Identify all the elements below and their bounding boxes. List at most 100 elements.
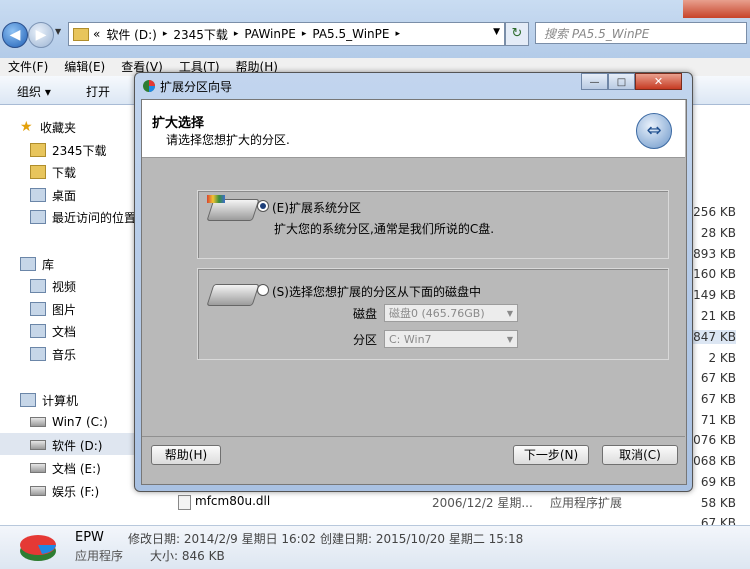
refresh-button[interactable]: ↻ [505,22,529,46]
select-partition-label[interactable]: (S)选择您想扩展的分区从下面的磁盘中 [272,283,481,300]
back-button[interactable]: ◀ [2,22,28,48]
address-prefix[interactable]: « [93,27,100,41]
file-size: 21 KB [700,309,736,323]
file-size-column: 256 KB 28 KB 893 KB 160 KB 149 KB 21 KB … [690,105,750,530]
status-modified: 修改日期: 2014/2/9 星期日 16:02 [128,532,316,546]
file-size: 28 KB [700,226,736,240]
address-dropdown-icon[interactable]: ▼ [493,27,500,37]
sidebar-drive-f[interactable]: 娱乐 (F:) [30,481,99,501]
address-bar[interactable]: « 软件 (D:) ▸ 2345下载 ▸ PAWinPE ▸ PA5.5_WinPE ▸… [68,22,505,46]
file-size: 149 KB [693,288,736,302]
file-name[interactable]: mfcm80u.dll [195,494,270,508]
sidebar-label: 库 [42,257,55,272]
epw-app-icon [20,535,56,561]
chevron-down-icon: ▼ [506,309,513,318]
open-button[interactable]: 打开 [86,83,110,100]
sidebar-drive-c[interactable]: Win7 (C:) [30,412,108,432]
sidebar-item-documents[interactable]: 文档 [30,321,76,341]
maximize-button[interactable]: □ [608,73,635,90]
breadcrumb-pa55[interactable]: PA5.5_WinPE [312,27,389,41]
chevron-down-icon: ▼ [506,335,513,344]
folder-icon [73,27,89,41]
breadcrumb-pawinpe[interactable]: PAWinPE [244,27,295,41]
dll-file-icon [178,495,191,510]
search-input[interactable]: 搜索 PA5.5_WinPE [535,22,747,44]
sidebar-item-desktop[interactable]: 桌面 [30,185,76,205]
sidebar-label: 视频 [52,279,77,294]
file-size: 068 KB [693,454,736,468]
select-partition-radio[interactable] [257,284,269,296]
dialog-close-button[interactable]: ✕ [635,73,682,90]
desktop-icon [30,188,46,202]
forward-button[interactable]: ▶ [28,22,54,48]
disk-label: 磁盘 [353,307,378,321]
sidebar-item-downloads[interactable]: 下载 [30,162,76,182]
status-size: 大小: 846 KB [150,549,225,563]
sidebar-label: 娱乐 (F:) [52,484,100,499]
breadcrumb-2345[interactable]: 2345下载 [173,26,228,43]
file-size: 160 KB [693,267,736,281]
minimize-button[interactable]: — [581,73,608,90]
partition-select-value: C: Win7 [389,333,432,346]
drive-icon [30,440,46,450]
music-icon [30,347,46,361]
help-button[interactable]: 帮助(H) [151,445,221,465]
sidebar-item-2345[interactable]: 2345下载 [30,140,107,160]
organize-button[interactable]: 组织 ▾ [17,83,51,100]
sidebar-label: 2345下载 [52,143,107,158]
sidebar-label: 文档 (E:) [52,461,101,476]
extend-arrows-icon: ⇔ [636,113,672,149]
sidebar-drive-d[interactable]: 软件 (D:) [30,435,102,455]
disk-icon [206,284,260,306]
file-size: 076 KB [693,433,736,447]
menu-edit[interactable]: 编辑(E) [64,58,105,76]
breadcrumb-drive[interactable]: 软件 (D:) [106,26,156,43]
sidebar-item-pictures[interactable]: 图片 [30,299,76,319]
sidebar-favorites[interactable]: ★ 收藏夹 [20,117,76,137]
file-size: 893 KB [693,247,736,261]
status-created: 创建日期: 2015/10/20 星期二 15:18 [320,532,524,546]
file-size: 58 KB [700,496,736,510]
computer-icon [20,393,36,407]
menu-file[interactable]: 文件(F) [8,58,48,76]
sidebar-libraries[interactable]: 库 [20,254,54,274]
drive-icon [30,417,46,427]
extend-system-label[interactable]: (E)扩展系统分区 [272,199,361,216]
file-size: 67 KB [700,371,736,385]
windows-logo-icon [207,195,225,203]
file-size: 2 KB [708,351,736,365]
sidebar-label: 计算机 [42,393,79,408]
status-file-kind: 应用程序 [75,549,124,563]
sidebar-item-videos[interactable]: 视频 [30,276,76,296]
sidebar-label: 软件 (D:) [52,438,103,453]
recent-pages-dropdown[interactable]: ▼ [55,27,65,41]
sidebar-label: 图片 [52,302,77,317]
extend-system-radio[interactable] [257,200,269,212]
star-icon: ★ [20,119,33,135]
sidebar-drive-e[interactable]: 文档 (E:) [30,458,101,478]
next-button[interactable]: 下一步(N) [513,445,589,465]
file-size: 67 KB [700,392,736,406]
explorer-close-button[interactable] [683,0,750,18]
file-type: 应用程序扩展 [550,496,623,510]
disk-select[interactable]: 磁盘0 (465.76GB) ▼ [384,304,518,322]
sidebar-item-recent[interactable]: 最近访问的位置 [30,207,136,227]
sidebar-label: 文档 [52,324,77,339]
disk-select-value: 磁盘0 (465.76GB) [389,307,485,320]
sidebar-favorites-label: 收藏夹 [40,120,77,135]
file-size: 256 KB [693,205,736,219]
cancel-button[interactable]: 取消(C) [602,445,678,465]
dialog-header-title: 扩大选择 [152,116,205,131]
sidebar-computer[interactable]: 计算机 [20,390,78,410]
file-date: 2006/12/2 星期... [432,496,533,510]
extend-system-description: 扩大您的系统分区,通常是我们所说的C盘. [274,222,495,236]
details-pane: EPW 应用程序 修改日期: 2014/2/9 星期日 16:02 创建日期: … [0,525,750,569]
picture-icon [30,302,46,316]
partition-select[interactable]: C: Win7 ▼ [384,330,518,348]
sidebar-label: 音乐 [52,347,77,362]
status-file-name: EPW [75,530,104,545]
sidebar-label: 最近访问的位置 [52,210,137,225]
file-list-bottom: mfcm80u.dll 2006/12/2 星期... 应用程序扩展 [140,490,690,525]
file-size: 69 KB [700,475,736,489]
sidebar-item-music[interactable]: 音乐 [30,344,76,364]
